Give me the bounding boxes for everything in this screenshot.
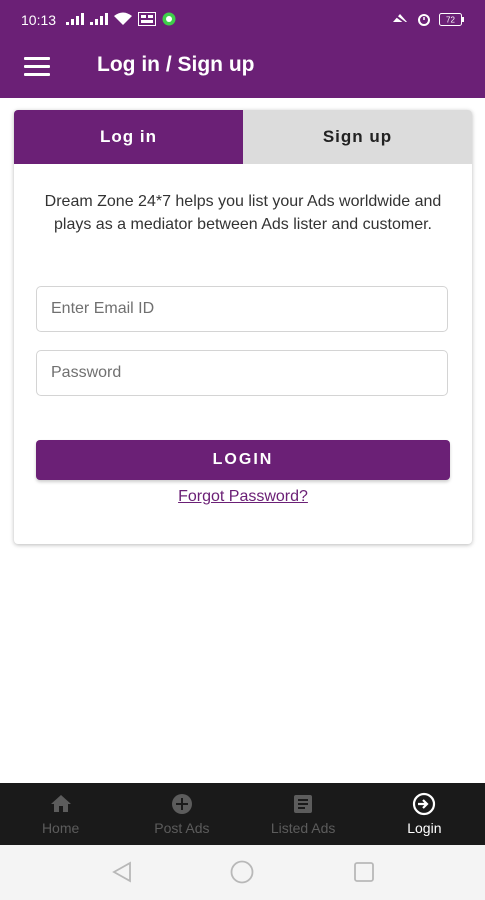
signal-icon (66, 13, 84, 25)
page-title: Log in / Sign up (97, 53, 255, 76)
whatsapp-icon (162, 12, 176, 26)
add-circle-icon (171, 794, 192, 814)
nav-item-listed-ads[interactable]: Listed Ads (243, 783, 364, 845)
nav-item-post-ads[interactable]: Post Ads (121, 783, 242, 845)
intro-text: Dream Zone 24*7 helps you list your Ads … (44, 193, 442, 233)
alarm-icon (418, 14, 430, 26)
home-icon (50, 795, 71, 812)
battery-icon: 72 (439, 12, 464, 26)
status-left-icons (66, 12, 176, 26)
mute-icon (391, 12, 409, 26)
signal-icon (90, 13, 108, 25)
tab-sign-up[interactable]: Sign up (243, 110, 472, 164)
password-field[interactable] (36, 350, 448, 396)
auth-card: Log in Sign up Dream Zone 24*7 helps you… (14, 110, 472, 544)
tab-log-in[interactable]: Log in (14, 110, 243, 164)
status-bar: 10:13 72 (0, 0, 485, 40)
list-icon (294, 795, 313, 813)
email-field[interactable] (36, 286, 448, 332)
bottom-nav: Home Post Ads Listed Ads Login (0, 783, 485, 845)
nav-label-login: Login (407, 820, 442, 836)
back-icon[interactable] (111, 860, 133, 884)
svg-text:72: 72 (446, 15, 455, 24)
login-icon (413, 792, 436, 816)
app-bar: Log in / Sign up (0, 40, 485, 98)
volte-icon (138, 12, 156, 26)
nav-item-home[interactable]: Home (0, 783, 121, 845)
nav-item-login[interactable]: Login (364, 783, 485, 845)
nav-label-home: Home (41, 820, 80, 836)
home-button-icon[interactable] (230, 860, 254, 884)
wifi-icon (114, 12, 132, 25)
nav-label-listed-ads: Listed Ads (270, 820, 336, 836)
nav-label-post-ads: Post Ads (154, 820, 210, 836)
menu-icon[interactable] (24, 57, 50, 77)
recents-icon[interactable] (353, 860, 375, 884)
auth-tabs: Log in Sign up (14, 110, 472, 164)
login-button[interactable]: LOGIN (36, 440, 450, 480)
status-right-icons: 72 (391, 12, 465, 26)
forgot-password-link[interactable]: Forgot Password? (14, 488, 472, 506)
status-time: 10:13 (21, 12, 57, 28)
system-nav-bar (0, 845, 485, 900)
